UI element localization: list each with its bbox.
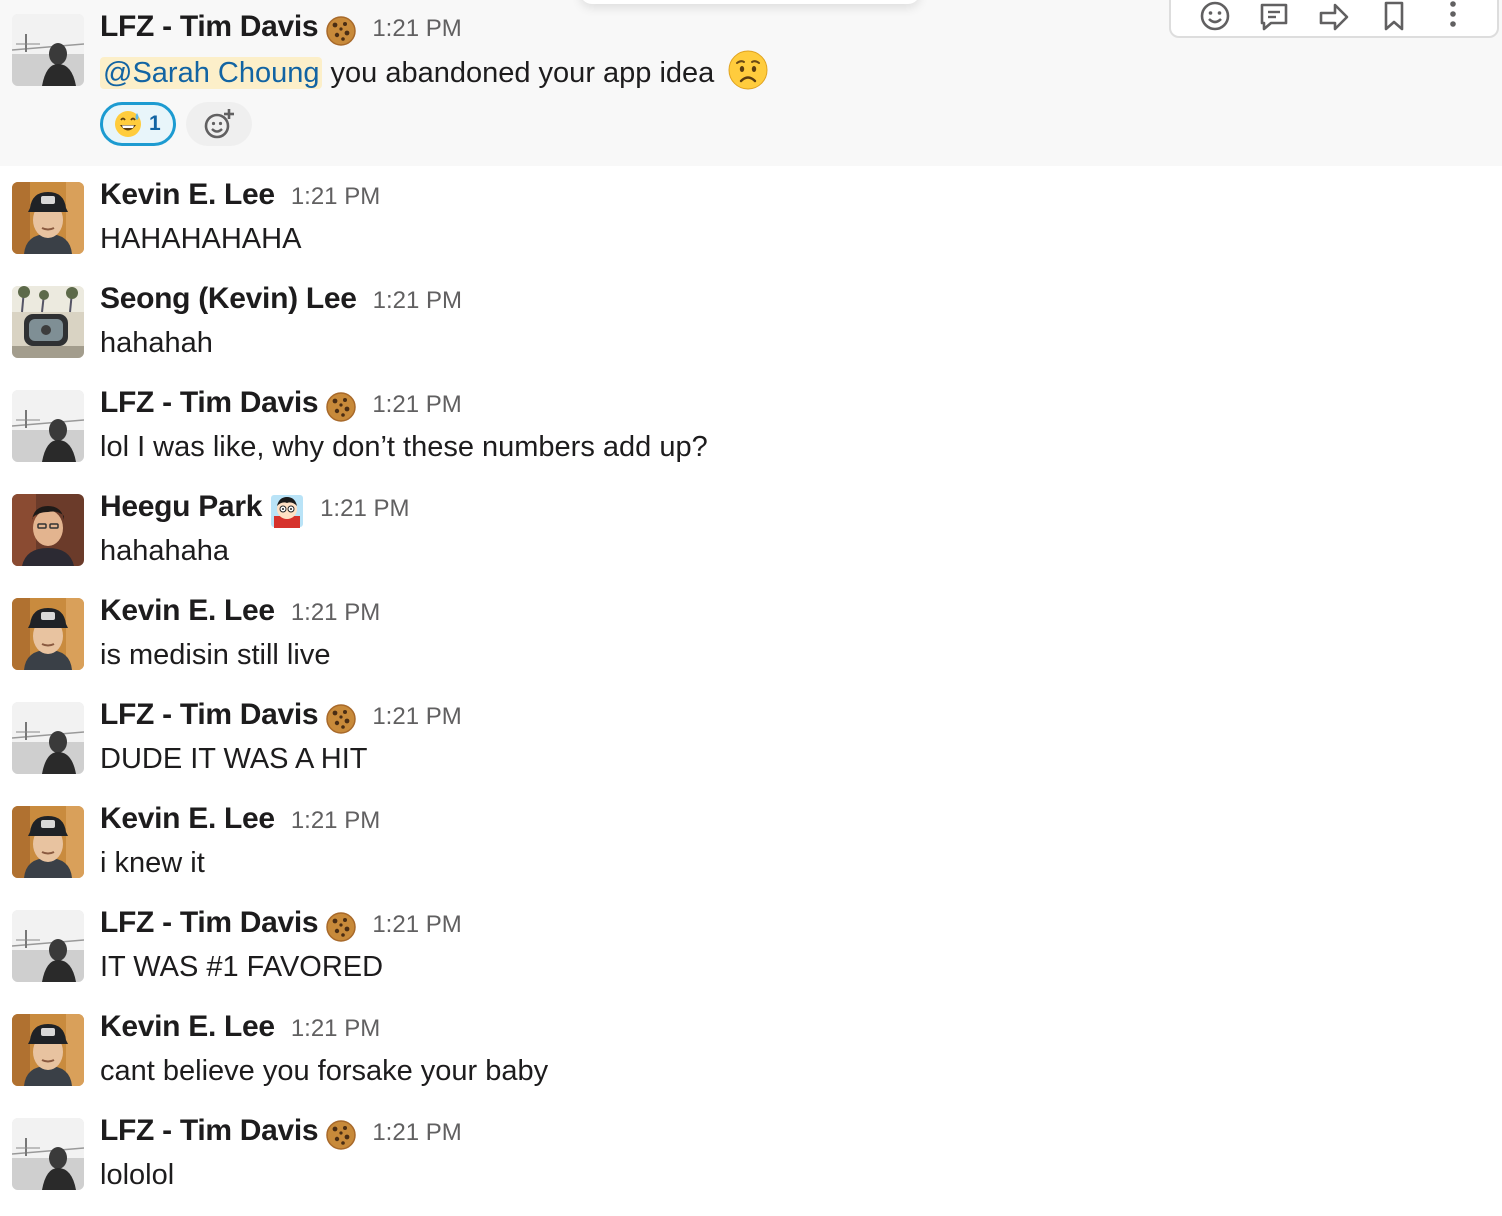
cookie-icon <box>326 912 356 942</box>
cartoon-character-icon <box>270 494 304 528</box>
more-actions-icon[interactable] <box>1433 0 1473 36</box>
message-text: lol I was like, why don’t these numbers … <box>100 431 708 463</box>
message-item[interactable]: LFZ - Tim Davis 1:21 PM DUDE IT WAS A HI… <box>0 686 1502 790</box>
message-timestamp[interactable]: 1:21 PM <box>372 911 461 939</box>
cookie-icon <box>326 704 356 734</box>
message-text: DUDE IT WAS A HIT <box>100 743 368 775</box>
message-item[interactable]: Kevin E. Lee 1:21 PM is medisin still li… <box>0 582 1502 686</box>
message-item[interactable]: LFZ - Tim Davis 1:21 PM lol I was like, … <box>0 374 1502 478</box>
sender-name[interactable]: LFZ - Tim Davis <box>100 386 319 420</box>
add-reaction-button[interactable] <box>185 102 252 146</box>
message-timestamp[interactable]: 1:21 PM <box>291 807 380 835</box>
message-timestamp[interactable]: 1:21 PM <box>372 391 461 419</box>
avatar[interactable] <box>12 1014 84 1086</box>
avatar[interactable] <box>12 182 84 254</box>
reply-in-thread-icon[interactable] <box>1254 0 1294 36</box>
cookie-icon <box>326 392 356 422</box>
avatar[interactable] <box>12 910 84 982</box>
user-mention[interactable]: @Sarah Choung <box>100 57 323 89</box>
sender-name[interactable]: LFZ - Tim Davis <box>100 698 319 732</box>
message-body: you abandoned your app idea <box>330 57 715 89</box>
message-timestamp[interactable]: 1:21 PM <box>291 183 380 211</box>
avatar[interactable] <box>12 390 84 462</box>
add-reaction-icon[interactable] <box>1195 0 1235 36</box>
message-timestamp[interactable]: 1:21 PM <box>291 1015 380 1043</box>
reactions-bar: 1 <box>100 102 1502 146</box>
message-text: hahahaha <box>100 535 230 567</box>
message-item[interactable]: Kevin E. Lee 1:21 PM HAHAHAHAHA <box>0 166 1502 270</box>
message-text: @Sarah Choung you abandoned your app ide… <box>100 50 1502 96</box>
avatar[interactable] <box>12 494 84 566</box>
message-text: IT WAS #1 FAVORED <box>100 951 384 983</box>
message-item[interactable]: Seong (Kevin) Lee 1:21 PM hahahah <box>0 270 1502 374</box>
sender-name[interactable]: LFZ - Tim Davis <box>100 10 319 44</box>
message-item[interactable]: Kevin E. Lee 1:21 PM i knew it <box>0 790 1502 894</box>
avatar[interactable] <box>12 1118 84 1190</box>
message-text: cant believe you forsake your baby <box>100 1055 549 1087</box>
message-item[interactable]: LFZ - Tim Davis 1:21 PM lololol <box>0 1102 1502 1206</box>
sender-name[interactable]: Heegu Park <box>100 490 262 524</box>
message-timestamp[interactable]: 1:21 PM <box>320 495 409 523</box>
message-list: LFZ - Tim Davis 1:21 PM @Sarah Choung yo… <box>0 0 1502 1206</box>
add-emoji-icon <box>204 109 234 139</box>
sender-name[interactable]: Seong (Kevin) Lee <box>100 282 357 316</box>
worried-face-icon <box>728 50 768 90</box>
avatar[interactable] <box>12 806 84 878</box>
message-item[interactable]: Heegu Park 1:21 PM hahahaha <box>0 478 1502 582</box>
reaction-pill[interactable]: 1 <box>100 102 176 146</box>
message-timestamp[interactable]: 1:21 PM <box>372 703 461 731</box>
sender-name[interactable]: LFZ - Tim Davis <box>100 906 319 940</box>
share-icon[interactable] <box>1314 0 1354 36</box>
message-timestamp[interactable]: 1:21 PM <box>373 287 462 315</box>
avatar[interactable] <box>12 598 84 670</box>
sender-name[interactable]: Kevin E. Lee <box>100 802 275 836</box>
avatar[interactable] <box>12 14 84 86</box>
message-text: is medisin still live <box>100 639 331 671</box>
avatar[interactable] <box>12 702 84 774</box>
message-text: hahahah <box>100 327 213 359</box>
message-item[interactable]: Kevin E. Lee 1:21 PM cant believe you fo… <box>0 998 1502 1102</box>
avatar[interactable] <box>12 286 84 358</box>
message-timestamp[interactable]: 1:21 PM <box>372 15 461 43</box>
cookie-icon <box>326 1120 356 1150</box>
sender-name[interactable]: Kevin E. Lee <box>100 594 275 628</box>
message-actions-toolbar <box>1169 0 1499 38</box>
grinning-sweat-icon <box>113 109 143 139</box>
reaction-count: 1 <box>149 112 161 135</box>
sender-name[interactable]: Kevin E. Lee <box>100 1010 275 1044</box>
message-text: lololol <box>100 1159 175 1191</box>
cookie-icon <box>326 16 356 46</box>
save-icon[interactable] <box>1374 0 1414 36</box>
message-text: HAHAHAHAHA <box>100 223 302 255</box>
message-timestamp[interactable]: 1:21 PM <box>372 1119 461 1147</box>
message-text: i knew it <box>100 847 205 879</box>
scroll-banner-edge <box>580 0 920 4</box>
conversation-view: LFZ - Tim Davis 1:21 PM @Sarah Choung yo… <box>0 0 1502 1216</box>
message-item[interactable]: LFZ - Tim Davis 1:21 PM IT WAS #1 FAVORE… <box>0 894 1502 998</box>
sender-name[interactable]: LFZ - Tim Davis <box>100 1114 319 1148</box>
sender-name[interactable]: Kevin E. Lee <box>100 178 275 212</box>
message-timestamp[interactable]: 1:21 PM <box>291 599 380 627</box>
